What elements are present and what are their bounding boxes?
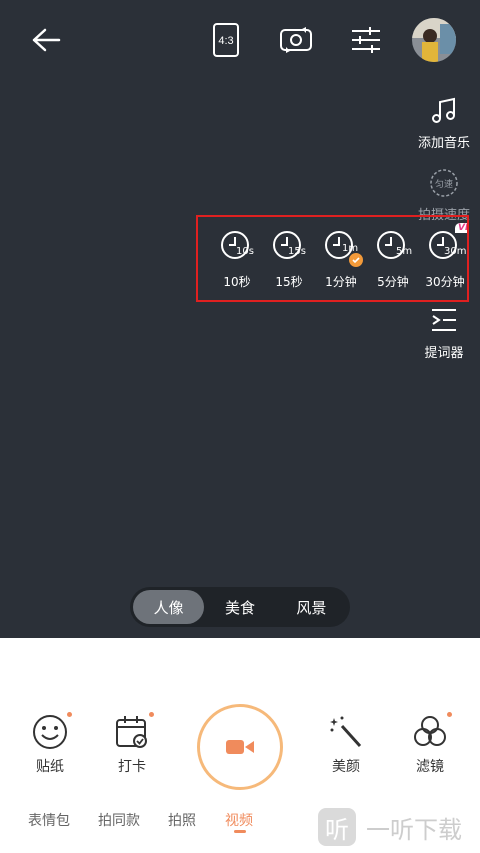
tab-photo[interactable]: 拍照: [168, 810, 196, 830]
speed-badge: 匀速: [435, 178, 453, 189]
tab-video[interactable]: 视频: [225, 810, 253, 830]
sticker-label: 贴纸: [36, 759, 64, 775]
tab-same-style[interactable]: 拍同款: [98, 810, 140, 830]
timer-tag: 15s: [288, 246, 306, 257]
mode-landscape[interactable]: 风景: [276, 590, 347, 624]
watermark-logo: 听: [318, 808, 356, 846]
timer-options-panel: 10s 10秒 15s 15秒 1m 1分钟 5m 5分钟 30m VI 30分…: [196, 215, 469, 302]
sliders-icon: [352, 27, 380, 53]
timer-label: 1分钟: [325, 275, 357, 289]
back-arrow-icon: [32, 28, 61, 52]
timer-option-10s[interactable]: 10s 10秒: [212, 229, 262, 290]
clock-icon: 5m: [375, 229, 413, 265]
music-note-icon: [432, 97, 455, 123]
calendar-check-icon: [116, 716, 147, 748]
timer-option-15s[interactable]: 15s 15秒: [264, 229, 314, 290]
magic-wand-icon: [330, 716, 362, 748]
checkin-button[interactable]: 打卡: [102, 712, 162, 776]
teleprompter-button[interactable]: 提词器: [412, 306, 476, 361]
tab-emoji-pack[interactable]: 表情包: [28, 810, 70, 830]
flip-camera-button[interactable]: [274, 18, 318, 62]
timer-label: 15秒: [275, 275, 303, 289]
camera-preview[interactable]: 4:3 添加音乐 匀速 拍摄速度 提词器 10s 10秒 15s 15秒 1m …: [0, 0, 480, 638]
new-dot: [447, 712, 452, 717]
video-camera-icon: [226, 740, 254, 754]
avatar-image: [412, 18, 456, 62]
aspect-ratio-icon: 4:3: [213, 23, 239, 57]
mode-food[interactable]: 美食: [204, 590, 275, 624]
checkin-label: 打卡: [118, 759, 146, 775]
beauty-button[interactable]: 美颜: [316, 714, 376, 776]
filter-circles-icon: [414, 716, 446, 746]
record-video-button[interactable]: [197, 704, 283, 790]
back-button[interactable]: [24, 18, 68, 62]
add-music-label: 添加音乐: [417, 136, 470, 151]
aspect-ratio-button[interactable]: 4:3: [204, 18, 248, 62]
teleprompter-icon: [432, 309, 456, 331]
clock-icon: 1m: [323, 229, 363, 267]
beauty-label: 美颜: [332, 759, 360, 775]
new-dot: [67, 712, 72, 717]
aspect-ratio-label: 4:3: [218, 35, 233, 47]
filter-label: 滤镜: [416, 759, 444, 775]
active-tab-indicator: [234, 830, 246, 833]
scene-mode-selector: 人像 美食 风景: [130, 587, 350, 627]
timer-option-1m[interactable]: 1m 1分钟: [316, 229, 366, 290]
timer-tag: 30m: [444, 246, 467, 257]
mode-portrait[interactable]: 人像: [133, 590, 205, 624]
vip-badge: VIP: [455, 223, 467, 233]
timer-tag: 10s: [236, 246, 254, 257]
timer-label: 5分钟: [377, 275, 409, 289]
timer-option-30m[interactable]: 30m VIP 30分钟: [420, 223, 467, 290]
timer-tag: 5m: [396, 246, 413, 257]
teleprompter-label: 提词器: [424, 346, 464, 361]
add-music-button[interactable]: 添加音乐: [412, 96, 476, 151]
timer-option-5m[interactable]: 5m 5分钟: [368, 229, 418, 290]
selected-check-icon: [349, 253, 363, 267]
timer-label: 10秒: [223, 275, 251, 289]
user-avatar[interactable]: [412, 18, 456, 62]
sticker-button[interactable]: 贴纸: [20, 712, 80, 776]
timer-label: 30分钟: [425, 275, 465, 289]
clock-icon: 30m VIP: [427, 223, 467, 265]
new-dot: [149, 712, 154, 717]
flip-camera-icon: [280, 27, 312, 53]
filter-button[interactable]: 滤镜: [400, 712, 460, 776]
clock-icon: 15s: [271, 229, 307, 265]
speed-gauge-icon: 匀速: [430, 169, 458, 197]
smiley-icon: [33, 715, 67, 749]
adjust-settings-button[interactable]: [344, 18, 388, 62]
watermark: 听 一听下载: [318, 808, 462, 846]
watermark-text: 一听下载: [366, 815, 462, 844]
clock-icon: 10s: [219, 229, 255, 265]
